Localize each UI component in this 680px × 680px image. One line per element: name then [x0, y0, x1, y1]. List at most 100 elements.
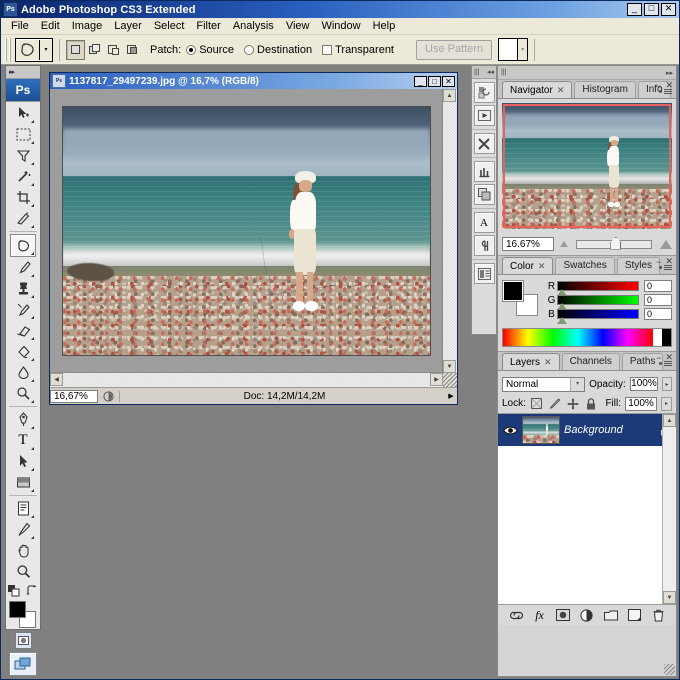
hand-tool[interactable]: [11, 540, 35, 561]
tab-histogram[interactable]: Histogram: [574, 81, 636, 98]
subtract-from-selection-button[interactable]: [104, 39, 123, 60]
history-brush-tool[interactable]: [11, 299, 35, 320]
destination-radio[interactable]: [244, 44, 255, 55]
zoom-level-field[interactable]: 16,67%: [50, 389, 98, 403]
document-close-button[interactable]: ✕: [442, 75, 455, 87]
color-slider-g[interactable]: [557, 295, 639, 310]
navigator-thumbnail[interactable]: [502, 103, 672, 229]
crop-tool[interactable]: [11, 187, 35, 208]
navigator-zoom-slider-thumb[interactable]: [610, 236, 622, 250]
layers-scroll-up-button[interactable]: ▲: [663, 414, 676, 427]
marquee-tool[interactable]: [11, 124, 35, 145]
scroll-right-button[interactable]: ▶: [430, 373, 443, 386]
opacity-stepper[interactable]: ▸: [662, 377, 672, 391]
slice-tool[interactable]: [11, 208, 35, 229]
opacity-field[interactable]: 100%: [629, 377, 659, 391]
default-colors-icon[interactable]: [8, 584, 20, 600]
document-maximize-button[interactable]: □: [428, 75, 441, 87]
menu-edit[interactable]: Edit: [35, 19, 66, 33]
layers-list[interactable]: Background ▲ ▼: [498, 413, 676, 605]
move-tool[interactable]: [11, 103, 35, 124]
tab-channels[interactable]: Channels: [561, 353, 620, 370]
paragraph-panel-icon[interactable]: [473, 235, 495, 256]
menu-analysis[interactable]: Analysis: [227, 19, 280, 33]
navigator-zoom-slider[interactable]: [576, 236, 652, 250]
source-radio[interactable]: [186, 44, 197, 55]
blend-mode-chevron-down-icon[interactable]: ▾: [570, 377, 585, 391]
rectangle-tool[interactable]: [11, 472, 35, 493]
magic-wand-tool[interactable]: [11, 166, 35, 187]
path-selection-tool[interactable]: [11, 451, 35, 472]
scroll-up-button[interactable]: ▲: [443, 89, 456, 102]
new-selection-button[interactable]: [66, 39, 85, 60]
canvas-image[interactable]: [62, 106, 431, 356]
color-slider-b-knob[interactable]: [557, 317, 567, 324]
toolbox-grip[interactable]: ▸▸: [6, 66, 40, 79]
notes-tool[interactable]: [11, 498, 35, 519]
canvas-resize-grip[interactable]: [443, 373, 457, 387]
actions-panel-icon[interactable]: [473, 105, 495, 126]
menu-filter[interactable]: Filter: [190, 19, 226, 33]
fill-field[interactable]: 100%: [625, 396, 657, 411]
layers-list-scrollbar[interactable]: ▲ ▼: [662, 414, 676, 604]
tab-navigator[interactable]: Navigator ✕: [502, 81, 573, 98]
blur-tool[interactable]: [11, 362, 35, 383]
eyedropper-tool[interactable]: [11, 519, 35, 540]
blend-mode-select[interactable]: Normal ▾: [502, 376, 586, 392]
new-group-icon[interactable]: [603, 607, 619, 623]
navigator-zoom-field[interactable]: 16.67%: [502, 237, 554, 251]
menu-layer[interactable]: Layer: [108, 19, 148, 33]
color-value-r[interactable]: 0: [644, 280, 672, 292]
lock-transparent-pixels-icon[interactable]: [530, 397, 544, 411]
tool-preset-picker[interactable]: ▾: [15, 37, 53, 62]
color-spectrum-ramp[interactable]: [502, 328, 672, 347]
color-foreground-swatch[interactable]: [502, 280, 524, 302]
pattern-chevron-down-icon[interactable]: ▾: [517, 39, 528, 60]
layer-visibility-eye-icon[interactable]: [502, 422, 518, 438]
table-row[interactable]: Background: [498, 414, 676, 446]
tab-color-close-icon[interactable]: ✕: [538, 261, 546, 271]
color-spectrum-gradient[interactable]: [503, 329, 653, 346]
menu-select[interactable]: Select: [148, 19, 191, 33]
tab-swatches[interactable]: Swatches: [555, 257, 615, 274]
gradient-tool[interactable]: [11, 341, 35, 362]
eraser-tool[interactable]: [11, 320, 35, 341]
tab-navigator-close-icon[interactable]: ✕: [557, 85, 565, 95]
color-value-b[interactable]: 0: [644, 308, 672, 320]
preview-toggle-icon[interactable]: [100, 390, 116, 403]
dock-collapse-icon[interactable]: ◂◂: [487, 68, 494, 76]
scroll-down-button[interactable]: ▼: [443, 360, 456, 373]
type-tool[interactable]: T: [11, 430, 35, 451]
navigator-panel-menu-icon[interactable]: [659, 89, 672, 94]
brushes-panel-icon[interactable]: [473, 161, 495, 182]
tab-layers-close-icon[interactable]: ✕: [544, 357, 552, 367]
document-title-bar[interactable]: Ps 1137817_29497239.jpg @ 16,7% (RGB/8) …: [50, 73, 457, 89]
swap-colors-icon[interactable]: [26, 585, 38, 599]
lock-image-pixels-icon[interactable]: [548, 397, 562, 411]
transparent-checkbox[interactable]: [322, 44, 333, 55]
lock-all-icon[interactable]: [584, 397, 598, 411]
right-dock-resize-grip[interactable]: [664, 664, 675, 675]
right-dock-expand-icon[interactable]: ▸▸: [666, 69, 673, 77]
new-layer-icon[interactable]: [626, 607, 642, 623]
zoom-out-icon[interactable]: [560, 241, 568, 247]
standard-mode-button[interactable]: [14, 632, 32, 649]
pattern-picker[interactable]: ▾: [498, 38, 529, 61]
add-to-selection-button[interactable]: [85, 39, 104, 60]
tab-color[interactable]: Color ✕: [502, 257, 554, 274]
tab-layers[interactable]: Layers ✕: [502, 353, 560, 370]
color-ramp-black[interactable]: [662, 329, 671, 346]
menu-file[interactable]: File: [5, 19, 35, 33]
color-ramp-white[interactable]: [653, 329, 662, 346]
layers-scroll-down-button[interactable]: ▼: [663, 591, 676, 604]
zoom-tool[interactable]: [11, 561, 35, 582]
delete-layer-icon[interactable]: [650, 607, 666, 623]
right-dock-grip[interactable]: ||| ▸▸: [498, 66, 676, 80]
navigator-view-box[interactable]: [503, 104, 671, 228]
destination-radio-group[interactable]: Destination: [244, 44, 312, 56]
zoom-in-icon[interactable]: [660, 239, 672, 249]
menu-image[interactable]: Image: [66, 19, 109, 33]
maximize-button[interactable]: □: [644, 3, 659, 16]
color-value-g[interactable]: 0: [644, 294, 672, 306]
lasso-tool[interactable]: [11, 145, 35, 166]
